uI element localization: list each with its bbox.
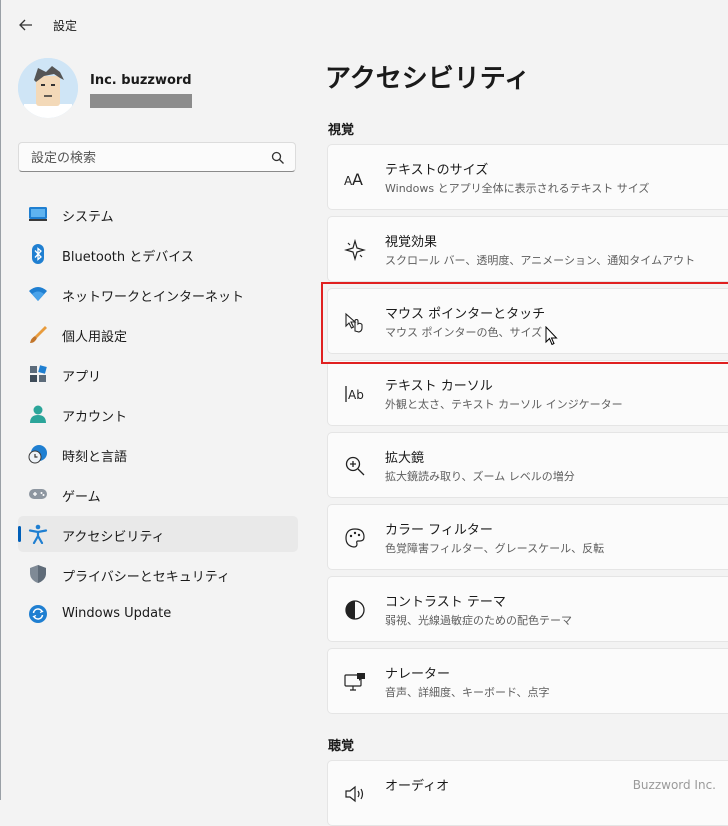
wifi-icon	[29, 287, 47, 301]
card-audio[interactable]: オーディオ	[327, 760, 728, 826]
contrast-icon	[345, 600, 365, 620]
svg-text:Ab: Ab	[348, 388, 364, 402]
card-subtitle: スクロール バー、透明度、アニメーション、通知タイムアウト	[385, 254, 696, 267]
mouse-pointer-touch-icon	[345, 312, 363, 333]
sidebar-item-label: 個人用設定	[62, 330, 128, 345]
sidebar-item-label: ゲーム	[62, 490, 101, 505]
account-icon	[30, 405, 46, 423]
brush-icon	[30, 326, 47, 343]
sidebar-item-accessibility[interactable]: アクセシビリティ	[18, 516, 298, 552]
card-subtitle: 音声、詳細度、キーボード、点字	[385, 686, 550, 699]
bluetooth-icon	[32, 244, 44, 264]
back-arrow-icon	[19, 19, 32, 31]
visual-effects-icon	[344, 239, 366, 261]
svg-text:A: A	[352, 170, 363, 189]
sidebar-item-bluetooth[interactable]: Bluetooth とデバイス	[18, 236, 298, 272]
card-title: カラー フィルター	[385, 523, 493, 538]
profile-email-redacted	[90, 94, 192, 108]
sidebar-item-time-language[interactable]: 時刻と言語	[18, 436, 298, 472]
avatar	[18, 58, 78, 118]
sidebar-item-label: 時刻と言語	[62, 450, 128, 465]
card-subtitle: Windows とアプリ全体に表示されるテキスト サイズ	[385, 182, 650, 195]
search-box[interactable]	[18, 142, 296, 172]
text-size-icon: A A	[344, 170, 363, 189]
section-heading-vision: 視覚	[328, 123, 355, 138]
section-heading-hearing: 聴覚	[328, 739, 355, 754]
window-title: 設定	[53, 19, 78, 33]
sidebar-item-system[interactable]: システム	[18, 196, 298, 232]
card-title: マウス ポインターとタッチ	[385, 307, 546, 322]
card-color-filter[interactable]: カラー フィルター 色覚障害フィルター、グレースケール、反転	[327, 504, 728, 570]
text-cursor-icon: Ab	[345, 386, 364, 402]
card-subtitle: 弱視、光線過敏症のための配色テーマ	[385, 614, 572, 627]
magnifier-icon	[345, 456, 365, 476]
card-title: 視覚効果	[385, 235, 438, 250]
page-title: アクセシビリティ	[325, 64, 531, 94]
card-title: コントラスト テーマ	[385, 595, 506, 610]
color-filter-icon	[345, 528, 365, 548]
sidebar-item-label: アカウント	[62, 410, 128, 425]
sidebar-item-label: プライバシーとセキュリティ	[62, 570, 230, 585]
back-button[interactable]	[13, 12, 39, 38]
sidebar-item-apps[interactable]: アプリ	[18, 356, 298, 392]
card-title: テキスト カーソル	[385, 379, 493, 394]
gamepad-icon	[29, 489, 47, 499]
time-language-icon	[28, 445, 47, 464]
system-icon	[29, 207, 47, 221]
card-subtitle: 拡大鏡読み取り、ズーム レベルの増分	[385, 470, 575, 483]
watermark: Buzzword Inc.	[632, 778, 716, 792]
user-profile[interactable]: Inc. buzzword	[18, 58, 288, 118]
card-visual-effects[interactable]: 視覚効果 スクロール バー、透明度、アニメーション、通知タイムアウト	[327, 216, 728, 282]
sidebar-item-privacy-security[interactable]: プライバシーとセキュリティ	[18, 556, 298, 592]
card-subtitle: 色覚障害フィルター、グレースケール、反転	[385, 542, 605, 555]
shield-icon	[30, 565, 46, 583]
title-bar: 設定	[1, 0, 728, 48]
sidebar-item-gaming[interactable]: ゲーム	[18, 476, 298, 512]
sidebar-item-personalization[interactable]: 個人用設定	[18, 316, 298, 352]
narrator-icon	[344, 673, 365, 691]
search-input[interactable]	[29, 148, 263, 168]
mouse-cursor-icon	[545, 326, 558, 346]
audio-icon	[345, 785, 364, 803]
sidebar-item-label: アクセシビリティ	[62, 530, 165, 545]
card-title: 拡大鏡	[385, 451, 425, 466]
sidebar-item-accounts[interactable]: アカウント	[18, 396, 298, 432]
sidebar-item-label: システム	[62, 210, 114, 225]
card-title: テキストのサイズ	[385, 163, 489, 178]
card-subtitle: マウス ポインターの色、サイズ	[385, 326, 543, 339]
sidebar-item-label: Bluetooth とデバイス	[62, 250, 194, 265]
profile-name: Inc. buzzword	[90, 73, 192, 88]
sidebar-item-label: ネットワークとインターネット	[62, 290, 245, 305]
card-mouse-pointer-touch[interactable]: マウス ポインターとタッチ マウス ポインターの色、サイズ	[327, 288, 728, 354]
apps-icon	[30, 365, 47, 382]
search-icon[interactable]	[271, 151, 285, 165]
sidebar-item-windows-update[interactable]: Windows Update	[18, 596, 298, 632]
card-subtitle: 外観と太さ、テキスト カーソル インジケーター	[385, 398, 623, 411]
card-title: ナレーター	[385, 667, 451, 682]
accessibility-icon	[28, 524, 48, 544]
windows-update-icon	[29, 605, 47, 623]
sidebar-item-label: アプリ	[62, 370, 102, 385]
sidebar-nav: システム Bluetooth とデバイス ネットワークとインターネット 個人用設…	[18, 196, 298, 636]
sidebar-item-label: Windows Update	[62, 606, 172, 621]
card-title: オーディオ	[385, 779, 450, 794]
card-text-cursor[interactable]: Ab テキスト カーソル 外観と太さ、テキスト カーソル インジケーター	[327, 360, 728, 426]
card-magnifier[interactable]: 拡大鏡 拡大鏡読み取り、ズーム レベルの増分	[327, 432, 728, 498]
card-narrator[interactable]: ナレーター 音声、詳細度、キーボード、点字	[327, 648, 728, 714]
sidebar-item-network[interactable]: ネットワークとインターネット	[18, 276, 298, 312]
card-contrast-themes[interactable]: コントラスト テーマ 弱視、光線過敏症のための配色テーマ	[327, 576, 728, 642]
card-text-size[interactable]: A A テキストのサイズ Windows とアプリ全体に表示されるテキスト サイ…	[327, 144, 728, 210]
